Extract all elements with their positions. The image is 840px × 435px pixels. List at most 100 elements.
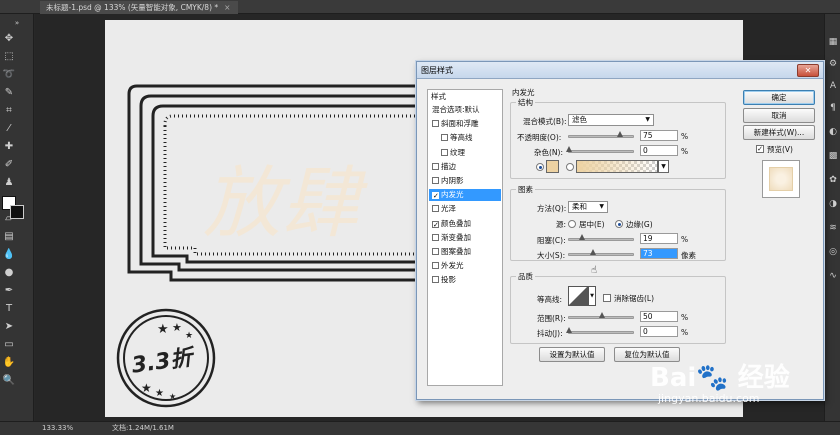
choke-slider-thumb[interactable] [579, 234, 585, 240]
character-panel-icon[interactable]: A [827, 80, 839, 92]
blur-tool-icon[interactable]: 💧 [2, 248, 16, 262]
style-item-checkbox[interactable] [441, 148, 448, 156]
noise-input[interactable]: 0 [640, 145, 678, 156]
healing-brush-tool-icon[interactable]: ✚ [2, 140, 16, 154]
style-item-checkbox[interactable] [441, 134, 448, 142]
hand-tool-icon[interactable]: ✋ [2, 356, 16, 370]
jitter-slider-thumb[interactable] [566, 327, 572, 333]
style-item-checkbox[interactable]: ✓ [432, 220, 439, 228]
technique-select[interactable]: 柔和 ▼ [568, 201, 608, 213]
antialias-checkbox[interactable] [603, 294, 611, 302]
noise-slider-thumb[interactable] [566, 146, 572, 152]
contour-dropdown[interactable]: ▼ [588, 286, 596, 306]
contour-picker[interactable] [568, 286, 588, 306]
gradient-tool-icon[interactable]: ▤ [2, 230, 16, 244]
opacity-slider-thumb[interactable] [617, 131, 623, 137]
eyedropper-tool-icon[interactable]: ⁄ [2, 122, 16, 136]
dialog-titlebar[interactable]: 图层样式 ✕ [417, 62, 823, 79]
style-item[interactable]: 外发光 [429, 260, 501, 272]
history-panel-icon[interactable]: ▦ [827, 36, 839, 48]
move-tool-icon[interactable]: ✥ [2, 32, 16, 46]
crop-tool-icon[interactable]: ⌗ [2, 104, 16, 118]
clone-stamp-tool-icon[interactable]: ♟ [2, 176, 16, 190]
lasso-tool-icon[interactable]: ➰ [2, 68, 16, 82]
style-item[interactable]: 描边 [429, 161, 501, 173]
style-item[interactable]: 纹理 [429, 147, 501, 159]
pen-tool-icon[interactable]: ✒ [2, 284, 16, 298]
style-item-checkbox[interactable] [432, 205, 439, 213]
styles-panel-icon[interactable]: ✿ [827, 174, 839, 186]
jitter-input[interactable]: 0 [640, 326, 678, 337]
gradient-radio[interactable] [566, 163, 574, 171]
document-tab[interactable]: 未标题-1.psd @ 133% (矢量智能对象, CMYK/8) * × [40, 1, 239, 14]
zoom-level[interactable]: 133.33% [42, 422, 73, 435]
size-input[interactable]: 73 [640, 248, 678, 259]
style-item[interactable]: 图案叠加 [429, 246, 501, 258]
style-item[interactable]: 内阴影 [429, 175, 501, 187]
adjustments-panel-icon[interactable]: ◑ [827, 198, 839, 210]
style-item[interactable]: 投影 [429, 274, 501, 286]
style-item-checkbox[interactable] [432, 120, 439, 128]
quick-select-tool-icon[interactable]: ✎ [2, 86, 16, 100]
dodge-tool-icon[interactable]: ● [2, 266, 16, 280]
type-tool-icon[interactable]: T [2, 302, 16, 316]
zoom-tool-icon[interactable]: 🔍 [2, 374, 16, 388]
ok-button[interactable]: 确定 [743, 90, 815, 105]
baidu-jingyan-watermark: Bai🐾 经验 jingyan.baidu.com [644, 352, 824, 416]
style-item-checkbox[interactable] [432, 262, 439, 270]
range-slider-thumb[interactable] [599, 312, 605, 318]
document-info[interactable]: 文档:1.24M/1.61M [112, 422, 174, 435]
size-slider-thumb[interactable] [590, 249, 596, 255]
style-item[interactable]: 光泽 [429, 203, 501, 215]
opacity-slider[interactable] [568, 131, 634, 138]
close-tab-icon[interactable]: × [224, 3, 230, 12]
choke-input[interactable]: 19 [640, 233, 678, 244]
glow-gradient-picker[interactable] [576, 160, 658, 173]
path-select-tool-icon[interactable]: ➤ [2, 320, 16, 334]
noise-slider[interactable] [566, 146, 634, 153]
background-color-swatch[interactable] [10, 205, 24, 219]
paths-panel-icon[interactable]: ∿ [827, 270, 839, 282]
swatches-panel-icon[interactable]: ▩ [827, 150, 839, 162]
size-slider[interactable] [568, 249, 634, 256]
style-item-checkbox[interactable] [432, 177, 439, 184]
collapse-panel-icon[interactable]: » [10, 16, 24, 30]
preview-label: 预览(V) [767, 145, 793, 154]
layers-panel-icon[interactable]: ≋ [827, 222, 839, 234]
new-style-button[interactable]: 新建样式(W)... [743, 125, 815, 140]
style-item-checkbox[interactable] [432, 233, 439, 241]
style-item[interactable]: 斜面和浮雕 [429, 118, 501, 130]
preview-checkbox[interactable]: ✓ [756, 145, 764, 153]
source-center-radio[interactable] [568, 220, 576, 228]
paragraph-panel-icon[interactable]: ¶ [827, 102, 839, 114]
opacity-input[interactable]: 75 [640, 130, 678, 141]
choke-slider[interactable] [568, 234, 634, 241]
make-default-button[interactable]: 设置为默认值 [539, 347, 605, 362]
marquee-tool-icon[interactable]: ⬚ [2, 50, 16, 64]
style-item-checkbox[interactable] [432, 162, 439, 170]
source-edge-radio[interactable] [615, 220, 623, 228]
style-item[interactable]: ✓ 内发光 [429, 189, 501, 202]
style-item[interactable]: ✓ 颜色叠加 [429, 218, 501, 230]
solid-color-radio[interactable] [536, 163, 544, 171]
style-item[interactable]: 混合选项:默认 [429, 104, 501, 116]
style-item[interactable]: 等高线 [429, 132, 501, 144]
glow-gradient-dropdown[interactable]: ▼ [658, 160, 669, 173]
style-item[interactable]: 渐变叠加 [429, 232, 501, 244]
glow-color-swatch[interactable] [546, 160, 559, 173]
style-item-checkbox[interactable] [432, 276, 439, 284]
range-slider[interactable] [568, 312, 634, 319]
properties-panel-icon[interactable]: ⚙ [827, 58, 839, 70]
shape-tool-icon[interactable]: ▭ [2, 338, 16, 352]
range-input[interactable]: 50 [640, 311, 678, 322]
cancel-button[interactable]: 取消 [743, 108, 815, 123]
close-dialog-button[interactable]: ✕ [797, 64, 819, 77]
jitter-slider[interactable] [566, 327, 634, 334]
color-panel-icon[interactable]: ◐ [827, 126, 839, 138]
style-item-checkbox[interactable]: ✓ [432, 192, 439, 200]
channels-panel-icon[interactable]: ◎ [827, 246, 839, 258]
blend-mode-select[interactable]: 滤色 ▼ [568, 114, 654, 126]
brush-tool-icon[interactable]: ✐ [2, 158, 16, 172]
style-item-label: 混合选项:默认 [432, 105, 480, 114]
style-item-checkbox[interactable] [432, 248, 439, 255]
